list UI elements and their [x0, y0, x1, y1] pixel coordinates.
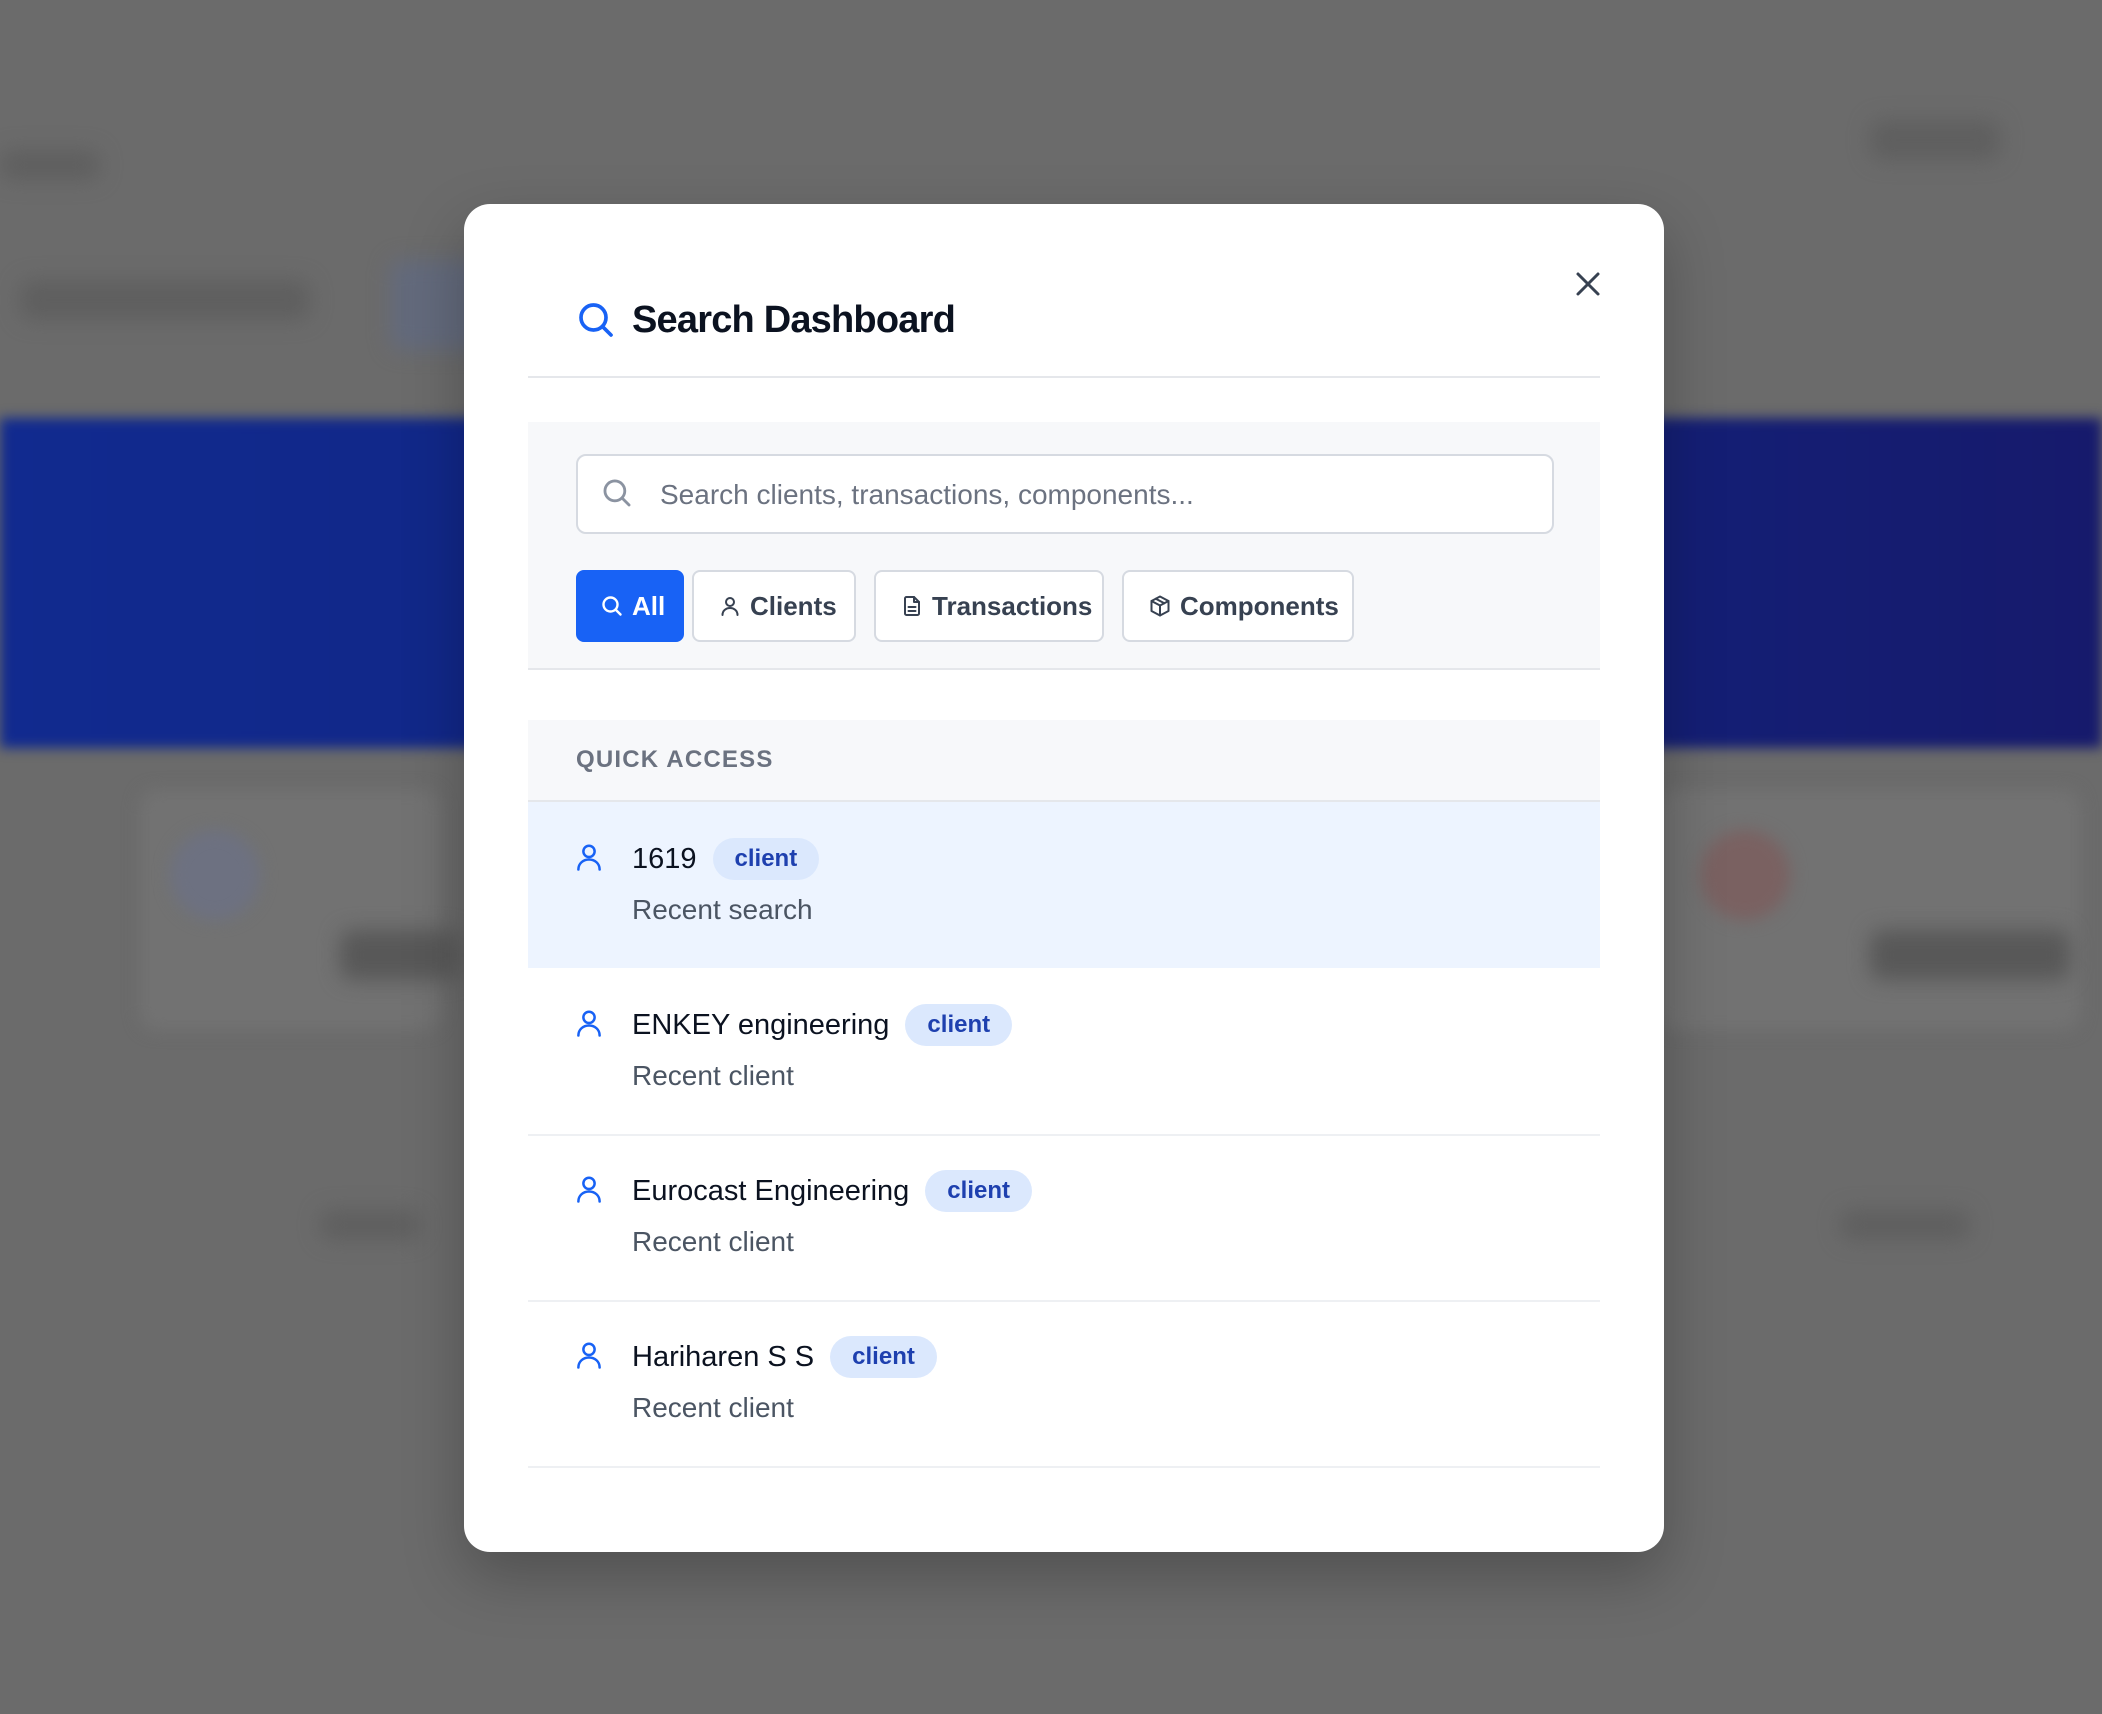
- item-subtitle: Recent search: [632, 894, 813, 925]
- filter-all-button[interactable]: All: [576, 570, 684, 642]
- package-icon: [1150, 595, 1170, 617]
- search-panel: All Clients Transactions: [528, 422, 1600, 670]
- item-title: 1619: [632, 843, 697, 875]
- item-title-row: Eurocast Engineering client: [632, 1170, 1032, 1212]
- quick-access-item[interactable]: ENKEY engineering client Recent client: [528, 968, 1600, 1136]
- item-title-row: Hariharen S S client: [632, 1336, 937, 1378]
- user-icon: [577, 1010, 601, 1037]
- search-modal: Search Dashboard All Clients: [464, 204, 1664, 1552]
- modal-title: Search Dashboard: [632, 299, 956, 341]
- background-blur: [170, 830, 260, 920]
- search-icon: [603, 479, 631, 507]
- close-icon[interactable]: [1568, 264, 1608, 304]
- item-title-row: ENKEY engineering client: [632, 1004, 1013, 1046]
- item-title: Hariharen S S: [632, 1341, 815, 1373]
- background-blur: [0, 150, 100, 180]
- quick-access-label: QUICK ACCESS: [576, 746, 774, 773]
- filter-transactions-label: Transactions: [932, 590, 1093, 621]
- quick-access-item[interactable]: 1619 client Recent search: [528, 802, 1600, 968]
- filter-components-button[interactable]: Components: [1122, 570, 1354, 642]
- background-blur: [1840, 1210, 1970, 1240]
- search-icon: [579, 303, 613, 337]
- document-icon: [904, 596, 920, 616]
- item-subtitle: Recent client: [632, 1060, 794, 1091]
- background-blur: [1700, 830, 1790, 920]
- filter-transactions-button[interactable]: Transactions: [874, 570, 1104, 642]
- user-icon: [577, 1342, 601, 1369]
- search-icon: [602, 596, 622, 616]
- filter-clients-label: Clients: [750, 590, 837, 621]
- user-icon: [721, 597, 739, 616]
- background-blur: [1870, 120, 2000, 160]
- filter-components-label: Components: [1180, 590, 1339, 621]
- quick-access-item[interactable]: Eurocast Engineering client Recent clien…: [528, 1134, 1600, 1302]
- item-subtitle: Recent client: [632, 1392, 794, 1423]
- type-badge: client: [905, 1004, 1013, 1046]
- user-icon: [577, 844, 601, 871]
- search-input[interactable]: [658, 456, 1542, 534]
- search-field[interactable]: [576, 454, 1554, 534]
- filter-clients-button[interactable]: Clients: [692, 570, 856, 642]
- user-icon: [577, 1176, 601, 1203]
- quick-access-header: QUICK ACCESS: [528, 720, 1600, 802]
- quick-access-item[interactable]: Hariharen S S client Recent client: [528, 1300, 1600, 1468]
- background-blur: [340, 930, 460, 980]
- item-title: ENKEY engineering: [632, 1009, 890, 1041]
- type-badge: client: [712, 838, 820, 880]
- item-title-row: 1619 client: [632, 838, 820, 880]
- background-blur: [320, 1210, 420, 1240]
- item-title: Eurocast Engineering: [632, 1175, 910, 1207]
- background-blur: [140, 790, 440, 1030]
- type-badge: client: [925, 1170, 1032, 1212]
- background-blur: [1870, 930, 2070, 980]
- type-badge: client: [830, 1336, 937, 1378]
- item-subtitle: Recent client: [632, 1226, 794, 1257]
- filter-all-label: All: [632, 590, 666, 621]
- background-blur: [20, 280, 310, 320]
